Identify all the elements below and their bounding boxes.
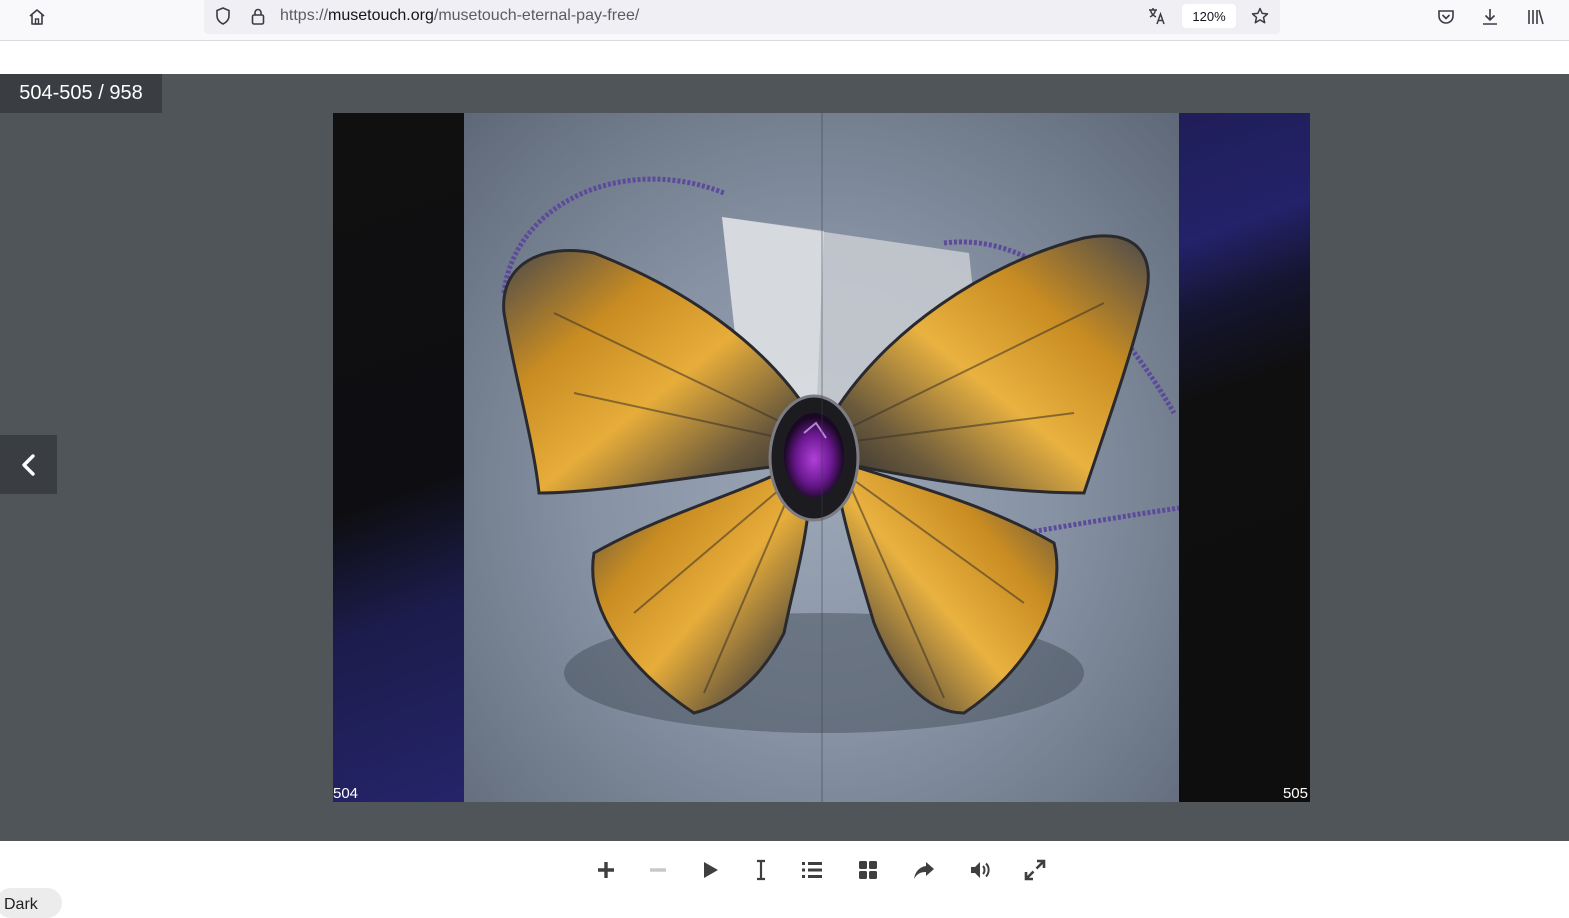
- zoom-out-icon: [650, 868, 666, 872]
- browser-toolbar: https://musetouch.org/musetouch-eternal-…: [0, 0, 1569, 41]
- page-gutter: [821, 113, 823, 802]
- right-page-number: 505: [1282, 785, 1308, 802]
- viewer-controls: Dark: [0, 841, 1569, 918]
- download-icon[interactable]: [1477, 4, 1503, 30]
- url-text[interactable]: https://musetouch.org/musetouch-eternal-…: [280, 7, 639, 25]
- dark-mode-toggle[interactable]: Dark: [0, 888, 62, 918]
- share-button[interactable]: [909, 855, 939, 885]
- lock-icon[interactable]: [245, 3, 271, 29]
- thumbnails-icon: [859, 861, 877, 879]
- library-icon[interactable]: [1523, 4, 1549, 30]
- left-page[interactable]: [333, 113, 464, 802]
- zoom-in-icon: [598, 862, 614, 878]
- address-bar[interactable]: https://musetouch.org/musetouch-eternal-…: [204, 0, 1280, 34]
- table-of-contents-icon: [802, 862, 822, 878]
- shield-icon[interactable]: [210, 3, 236, 29]
- home-icon[interactable]: [24, 4, 50, 30]
- page-counter: 504-505 / 958: [0, 74, 162, 113]
- flipbook-viewer: 504-505 / 958 504 505: [0, 74, 1569, 841]
- autoplay-button[interactable]: [695, 855, 725, 885]
- zoom-out-button[interactable]: [643, 855, 673, 885]
- previous-page-button[interactable]: [0, 435, 57, 494]
- sound-button[interactable]: [965, 855, 995, 885]
- star-icon[interactable]: [1247, 3, 1273, 29]
- pocket-icon[interactable]: [1433, 4, 1459, 30]
- translate-icon[interactable]: [1144, 3, 1170, 29]
- url-host: musetouch.org: [328, 7, 434, 24]
- table-of-contents-button[interactable]: [797, 855, 827, 885]
- chevron-left-icon: [21, 453, 35, 476]
- zoom-level-button[interactable]: 120%: [1182, 4, 1236, 28]
- sound-icon: [971, 862, 990, 878]
- play-icon: [704, 862, 718, 878]
- left-page-number: 504: [333, 785, 359, 802]
- zoom-in-button[interactable]: [591, 855, 621, 885]
- text-select-button[interactable]: [746, 855, 776, 885]
- share-icon: [914, 862, 934, 879]
- url-path: /musetouch-eternal-pay-free/: [433, 7, 640, 24]
- text-select-icon: [757, 859, 765, 881]
- right-page[interactable]: [1179, 113, 1310, 802]
- thumbnails-button[interactable]: [853, 855, 883, 885]
- fullscreen-icon: [1024, 859, 1046, 881]
- fullscreen-button[interactable]: [1020, 855, 1050, 885]
- url-scheme: https://: [280, 7, 329, 24]
- page-spread[interactable]: 504 505: [333, 113, 1310, 802]
